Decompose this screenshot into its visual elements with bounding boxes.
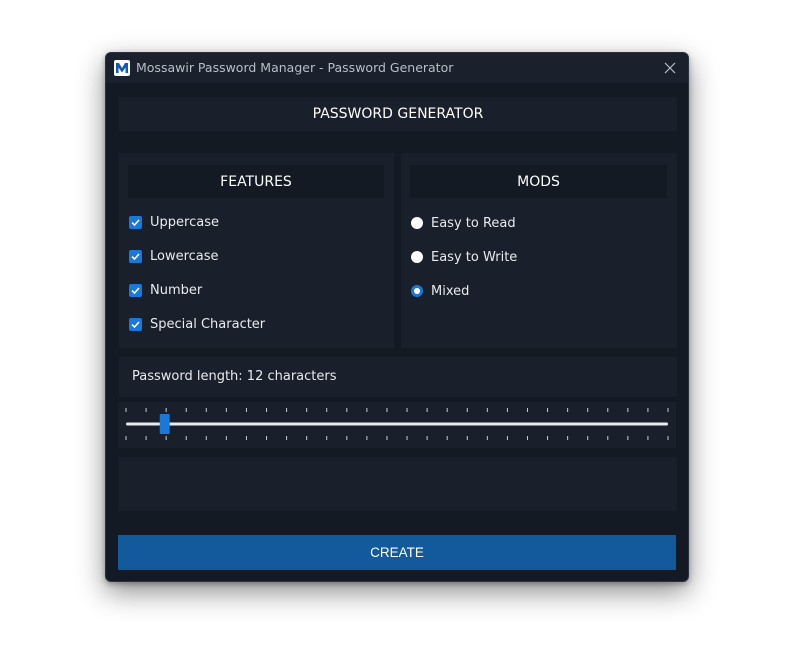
- mods-title: MODS: [410, 165, 667, 198]
- password-length-slider[interactable]: [118, 402, 676, 448]
- mixed-radio[interactable]: Mixed: [411, 281, 469, 301]
- page-title: PASSWORD GENERATOR: [119, 97, 677, 131]
- checkbox-checked-icon: [129, 283, 142, 297]
- features-panel: FEATURES Uppercase Lowercase Number Spec…: [119, 153, 394, 348]
- easy-to-write-radio[interactable]: Easy to Write: [411, 247, 517, 267]
- easy-to-read-label: Easy to Read: [431, 215, 516, 231]
- special-character-label: Special Character: [150, 316, 266, 332]
- special-character-checkbox[interactable]: Special Character: [129, 314, 265, 334]
- lowercase-checkbox[interactable]: Lowercase: [129, 246, 219, 266]
- close-button[interactable]: [658, 56, 682, 80]
- close-icon: [664, 62, 676, 74]
- radio-unselected-icon: [411, 217, 423, 229]
- password-output[interactable]: [119, 457, 677, 511]
- slider-thumb[interactable]: [159, 414, 170, 434]
- radio-selected-icon: [411, 285, 423, 297]
- password-length-label: Password length: 12 characters: [132, 369, 337, 384]
- features-title: FEATURES: [128, 165, 384, 198]
- app-logo-icon: [114, 60, 130, 76]
- password-length-panel: Password length: 12 characters: [119, 357, 677, 397]
- uppercase-label: Uppercase: [150, 214, 219, 230]
- easy-to-read-radio[interactable]: Easy to Read: [411, 213, 516, 233]
- checkbox-checked-icon: [129, 215, 142, 229]
- window-title: Mossawir Password Manager - Password Gen…: [136, 60, 454, 75]
- mods-panel: MODS Easy to Read Easy to Write Mixed: [401, 153, 677, 348]
- password-generator-window: Mossawir Password Manager - Password Gen…: [105, 52, 689, 582]
- desktop-background: Mossawir Password Manager - Password Gen…: [0, 0, 786, 646]
- number-checkbox[interactable]: Number: [129, 280, 202, 300]
- lowercase-label: Lowercase: [150, 248, 219, 264]
- radio-unselected-icon: [411, 251, 423, 263]
- create-button[interactable]: CREATE: [118, 535, 676, 570]
- mixed-label: Mixed: [431, 283, 470, 299]
- title-bar[interactable]: Mossawir Password Manager - Password Gen…: [106, 53, 688, 83]
- number-label: Number: [150, 282, 203, 298]
- slider-track-svg[interactable]: [118, 402, 676, 448]
- easy-to-write-label: Easy to Write: [431, 249, 518, 265]
- checkbox-checked-icon: [129, 249, 142, 263]
- uppercase-checkbox[interactable]: Uppercase: [129, 212, 219, 232]
- checkbox-checked-icon: [129, 317, 142, 331]
- slider-track[interactable]: [126, 422, 668, 426]
